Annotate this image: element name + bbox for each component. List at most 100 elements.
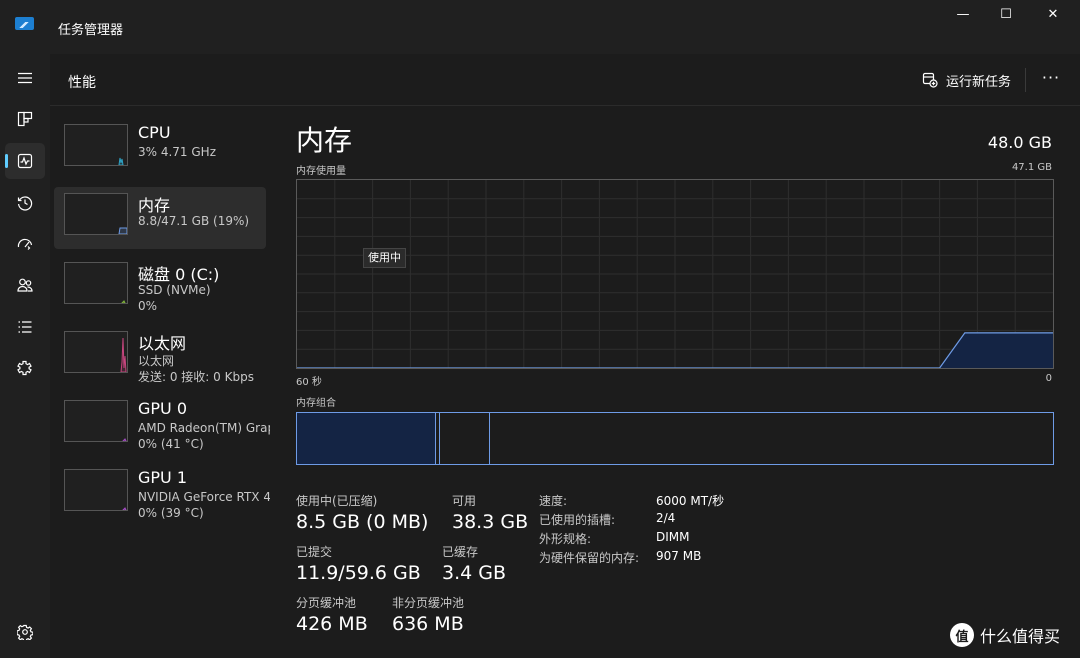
memory-usage-graph: 使用中 bbox=[296, 179, 1054, 369]
device-detail-secondary: 0% (39 °C) bbox=[138, 506, 204, 520]
more-options-button[interactable]: ··· bbox=[1038, 68, 1064, 92]
device-name: 磁盘 0 (C:) bbox=[138, 265, 220, 284]
spec-form-factor-key: 外形规格: bbox=[539, 532, 592, 546]
thumbnail-graph bbox=[118, 157, 124, 165]
memory-usage-label: 内存使用量 bbox=[296, 166, 346, 177]
spec-hardware-reserved-value: 907 MB bbox=[656, 549, 702, 563]
device-detail-secondary: 0% (41 °C) bbox=[138, 437, 204, 451]
nav-details[interactable] bbox=[5, 309, 45, 345]
nav-processes[interactable] bbox=[5, 101, 45, 137]
run-new-task-button[interactable]: 运行新任务 bbox=[922, 70, 1011, 90]
thumbnail-graph bbox=[122, 438, 127, 441]
stat-value: 426 MB bbox=[296, 613, 368, 635]
device-item[interactable]: GPU 0 AMD Radeon(TM) Graphics 0% (41 °C) bbox=[54, 394, 270, 456]
task-manager-app-icon bbox=[15, 17, 34, 30]
stat-value: 8.5 GB (0 MB) bbox=[296, 511, 429, 533]
device-list: CPU 3% 4.71 GHz 内存 8.8/47.1 GB (19%) 磁盘 0 (C… bbox=[50, 107, 272, 658]
stat-available: 可用 38.3 GB bbox=[452, 492, 528, 533]
in-use-tooltip: 使用中 bbox=[363, 248, 406, 268]
stat-value: 636 MB bbox=[392, 613, 464, 635]
stat-cached: 已缓存 3.4 GB bbox=[442, 543, 506, 584]
watermark-logo: 值 bbox=[950, 623, 974, 647]
device-thumbnail-graph bbox=[64, 124, 128, 166]
watermark-text: 什么值得买 bbox=[980, 627, 1061, 646]
stat-in-use: 使用中(已压缩) 8.5 GB (0 MB) bbox=[296, 492, 428, 533]
device-detail: 3% 4.71 GHz bbox=[138, 145, 217, 159]
performance-icon bbox=[17, 153, 33, 169]
services-icon bbox=[17, 360, 32, 376]
header-separator bbox=[1025, 68, 1026, 92]
stat-paged-pool: 分页缓冲池 426 MB bbox=[296, 594, 368, 635]
run-new-task-icon bbox=[922, 72, 938, 88]
chart-grid bbox=[297, 180, 1053, 368]
startup-apps-icon bbox=[17, 238, 33, 250]
device-item[interactable]: 磁盘 0 (C:) SSD (NVMe) 0% bbox=[54, 256, 266, 318]
device-detail: AMD Radeon(TM) Graphics bbox=[138, 421, 270, 435]
nav-startup-apps[interactable] bbox=[5, 226, 45, 262]
stat-value: 38.3 GB bbox=[452, 511, 529, 533]
detail-title: 内存 bbox=[296, 124, 353, 157]
time-axis-right: 0 bbox=[1045, 373, 1052, 384]
settings-icon bbox=[17, 624, 33, 640]
device-thumbnail-graph bbox=[64, 262, 128, 304]
nav-users[interactable] bbox=[5, 267, 45, 303]
total-memory: 48.0 GB bbox=[987, 133, 1052, 152]
thumbnail-graph bbox=[120, 337, 127, 372]
device-thumbnail-graph bbox=[64, 331, 128, 373]
stat-value: 3.4 GB bbox=[442, 562, 507, 584]
run-new-task-label: 运行新任务 bbox=[946, 74, 1012, 90]
stat-label: 已缓存 bbox=[442, 545, 479, 559]
nav-app-history[interactable] bbox=[5, 185, 45, 221]
nav-services[interactable] bbox=[5, 350, 45, 386]
window-title: 任务管理器 bbox=[58, 23, 124, 38]
composition-standby bbox=[440, 413, 490, 464]
device-item[interactable]: GPU 1 NVIDIA GeForce RTX 4060 0% (39 °C) bbox=[54, 463, 270, 525]
hamburger-menu-icon bbox=[18, 72, 32, 84]
device-item[interactable]: 内存 8.8/47.1 GB (19%) bbox=[54, 187, 266, 249]
page-title: 性能 bbox=[68, 75, 96, 91]
navigation-rail bbox=[0, 54, 50, 658]
composition-free bbox=[490, 413, 1053, 464]
spec-slots-key: 已使用的插槽: bbox=[539, 513, 616, 527]
device-detail: 以太网 bbox=[138, 354, 175, 368]
processes-icon bbox=[17, 111, 33, 127]
memory-usage-max: 47.1 GB bbox=[1011, 162, 1052, 173]
stat-label: 可用 bbox=[452, 494, 477, 508]
spec-slots-value: 2/4 bbox=[656, 511, 676, 525]
nav-settings[interactable] bbox=[5, 614, 45, 650]
page-header: 性能 运行新任务 ··· bbox=[50, 54, 1080, 106]
stat-value: 11.9/59.6 GB bbox=[296, 562, 421, 584]
thumbnail-graph bbox=[118, 227, 127, 234]
watermark-logo-glyph: 值 bbox=[955, 629, 969, 645]
title-bar: 任务管理器 — ☐ ✕ bbox=[0, 0, 1080, 54]
stat-label: 分页缓冲池 bbox=[296, 596, 357, 610]
details-icon bbox=[18, 321, 32, 333]
spec-form-factor-value: DIMM bbox=[656, 530, 690, 544]
watermark: 值 什么值得买 bbox=[950, 622, 1060, 648]
device-detail-secondary: 0% bbox=[138, 299, 158, 313]
device-thumbnail-graph bbox=[64, 400, 128, 442]
spec-speed-key: 速度: bbox=[539, 494, 568, 508]
nav-performance[interactable] bbox=[5, 143, 45, 179]
stat-label: 使用中(已压缩) bbox=[296, 494, 378, 508]
nav-menu-button[interactable] bbox=[5, 60, 45, 96]
spec-speed-value: 6000 MT/秒 bbox=[656, 494, 725, 508]
close-button[interactable]: ✕ bbox=[1030, 0, 1076, 30]
device-name: 以太网 bbox=[138, 334, 187, 353]
device-item[interactable]: CPU 3% 4.71 GHz bbox=[54, 118, 266, 180]
device-name: 内存 bbox=[138, 196, 171, 215]
device-detail: 8.8/47.1 GB (19%) bbox=[138, 214, 250, 228]
thumbnail-graph bbox=[121, 300, 126, 303]
spec-hardware-reserved-key: 为硬件保留的内存: bbox=[539, 551, 640, 565]
minimize-button[interactable]: — bbox=[940, 0, 986, 30]
stat-committed: 已提交 11.9/59.6 GB bbox=[296, 543, 421, 584]
device-thumbnail-graph bbox=[64, 193, 128, 235]
device-detail: NVIDIA GeForce RTX 4060 bbox=[138, 490, 270, 504]
device-name: GPU 1 bbox=[138, 468, 188, 487]
device-item[interactable]: 以太网 以太网 发送: 0 接收: 0 Kbps bbox=[54, 325, 266, 387]
maximize-button[interactable]: ☐ bbox=[983, 0, 1029, 30]
device-name: GPU 0 bbox=[138, 399, 188, 418]
device-thumbnail-graph bbox=[64, 469, 128, 511]
composition-in-use bbox=[297, 413, 436, 464]
stat-non-paged-pool: 非分页缓冲池 636 MB bbox=[392, 594, 464, 635]
